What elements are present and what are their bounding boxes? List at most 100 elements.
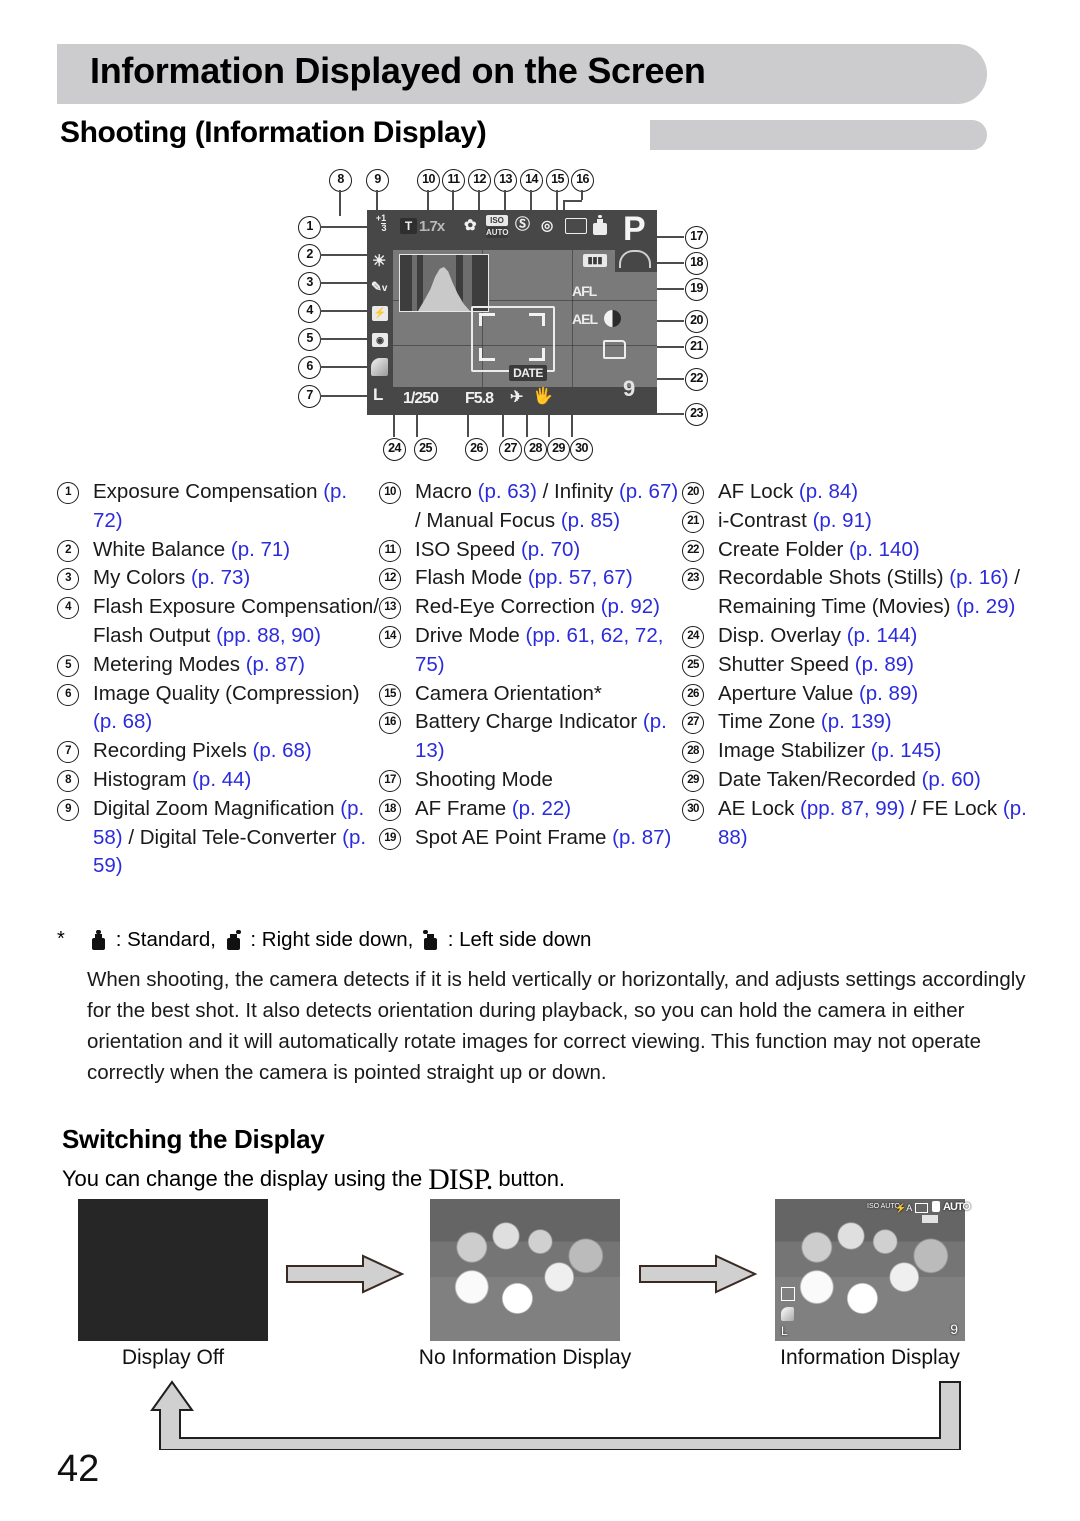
legend-item: 11 ISO Speed (p. 70) [379,536,679,565]
page-reference: (p. 68) [93,710,153,734]
legend-item-label: AE Lock [718,796,801,820]
page-reference: (p. 145) [870,739,942,763]
leader-line [320,254,372,256]
leader-line [478,190,480,212]
leader-line [376,190,378,212]
thumbnail-label-display-off: Display Off [121,1346,225,1369]
legend-item: 10 Macro (p. 63) / Infinity (p. 67) / Man… [379,478,679,536]
arrow-right-icon [286,1254,405,1294]
legend-item-label: Recordable Shots (Stills) [718,566,950,590]
legend-item-label: Histogram [93,767,193,791]
camera-orientation-icon [593,215,607,235]
leader-line [339,190,341,216]
legend-item-number: 24 [682,625,704,648]
leader-line [320,366,372,368]
leader-line [452,190,454,212]
page-reference: (p. 89) [854,652,915,676]
page-title: Information Displayed on the Screen [90,50,706,91]
recording-pixels-icon: L [373,385,384,404]
time-zone-airplane-icon: ✈ [510,389,524,406]
callout-27: 27 [499,438,522,461]
legend-item-label: Image Quality (Compression) [93,681,360,705]
callout-16: 16 [571,169,594,192]
legend-item: 24 Disp. Overlay (p. 144) [682,622,1037,651]
callout-28: 28 [524,438,547,461]
page-reference: (p. 68) [252,739,312,763]
shutter-speed-value: 1/250 [403,390,439,407]
legend-item-label: Aperture Value [718,681,859,705]
instruction-text-before: You can change the display using the [62,1166,429,1191]
legend-item: 20 AF Lock (p. 84) [682,478,1037,507]
tele-converter-badge: T [400,218,417,234]
legend-item-label: Create Folder [718,537,850,561]
legend-item-label: Disp. Overlay [718,623,847,647]
legend-item-label: / Manual Focus [415,508,561,532]
footnote-orientation-legend: : Standard, : Right side down, : Left si… [87,928,591,952]
legend-item-number: 18 [379,798,401,821]
legend-item: 30 AE Lock (pp. 87, 99) / FE Lock (p. 88) [682,795,1037,853]
legend-item-label: Red-Eye Correction [415,595,601,619]
thumbnail-no-information [430,1199,620,1341]
drive-mode-icon [565,218,587,234]
legend-item-number: 15 [379,683,401,706]
legend-column-2: 10 Macro (p. 63) / Infinity (p. 67) / Man… [379,478,679,852]
legend-item-number: 1 [57,482,79,504]
callout-20: 20 [685,310,708,333]
aperture-value: F5.8 [465,390,494,407]
legend-item-label: Camera Orientation* [415,681,602,705]
legend-item: 15 Camera Orientation* [379,680,679,709]
thumbnail-display-off [78,1199,268,1341]
callout-11: 11 [442,169,465,192]
legend-item-label: / FE Lock [904,796,1003,820]
ae-lock-label: AEL [572,311,598,327]
exposure-compensation-icon: +1 3 [375,213,387,233]
af-frame [479,313,545,361]
overlay-orientation-icon [932,1201,940,1212]
overlay-drive-mode-icon [915,1203,928,1213]
legend-item-label: Metering Modes [93,652,246,676]
legend-item-number: 29 [682,769,704,792]
legend-item-label: Recording Pixels [93,739,253,763]
page-reference: (p. 44) [192,767,252,791]
legend-item: 29 Date Taken/Recorded (p. 60) [682,766,1037,795]
legend-item-label: AF Frame [415,796,512,820]
page-number: 42 [57,1448,100,1490]
page-reference: (pp. 57, 67) [527,566,633,590]
legend-item-label: Time Zone [718,710,821,734]
callout-2: 2 [298,244,321,267]
switching-instruction: You can change the display using the DIS… [62,1163,565,1197]
legend-item: 7 Recording Pixels (p. 68) [57,737,382,766]
thumbnail-information-display: ISO AUTO ⚡A AUTO L 9 [775,1199,971,1341]
callout-18: 18 [685,252,708,275]
histogram [399,254,489,312]
legend-item-number: 4 [57,597,79,620]
callout-13: 13 [494,169,517,192]
callout-9: 9 [366,169,389,192]
page-reference: (p. 91) [812,508,872,532]
battery-charge-icon: ▮▮▮ [583,254,607,267]
leader-line [556,190,558,210]
leader-line [563,200,582,202]
legend-item: 3 My Colors (p. 73) [57,564,382,593]
legend-item: 26 Aperture Value (p. 89) [682,680,1037,709]
legend-item-label: Battery Charge Indicator [415,710,643,734]
legend-item-label: Shooting Mode [415,767,553,791]
arrow-noinfo-to-info [638,1254,758,1294]
i-contrast-icon [604,310,621,327]
legend-item-label: Macro [415,480,478,503]
legend-item-number: 3 [57,568,79,591]
legend-item: 9 Digital Zoom Magnification (p. 58) / Di… [57,795,382,881]
callout-8: 8 [329,169,352,192]
legend-item-number: 23 [682,568,704,591]
page-reference: (p. 92) [600,595,660,619]
callout-12: 12 [468,169,491,192]
thumbnail-label-no-information: No Information Display [418,1346,632,1369]
arrow-loop-icon [150,1380,961,1451]
page-reference: (p. 85) [560,508,621,532]
legend-item-number: 9 [57,798,79,821]
overlay-metering-icon [781,1287,795,1301]
legend-item-label: / Digital Tele-Converter [122,825,343,849]
overlay-flash-icon: ⚡A [895,1203,913,1213]
callout-21: 21 [685,336,708,359]
orientation-standard-icon [90,930,107,950]
